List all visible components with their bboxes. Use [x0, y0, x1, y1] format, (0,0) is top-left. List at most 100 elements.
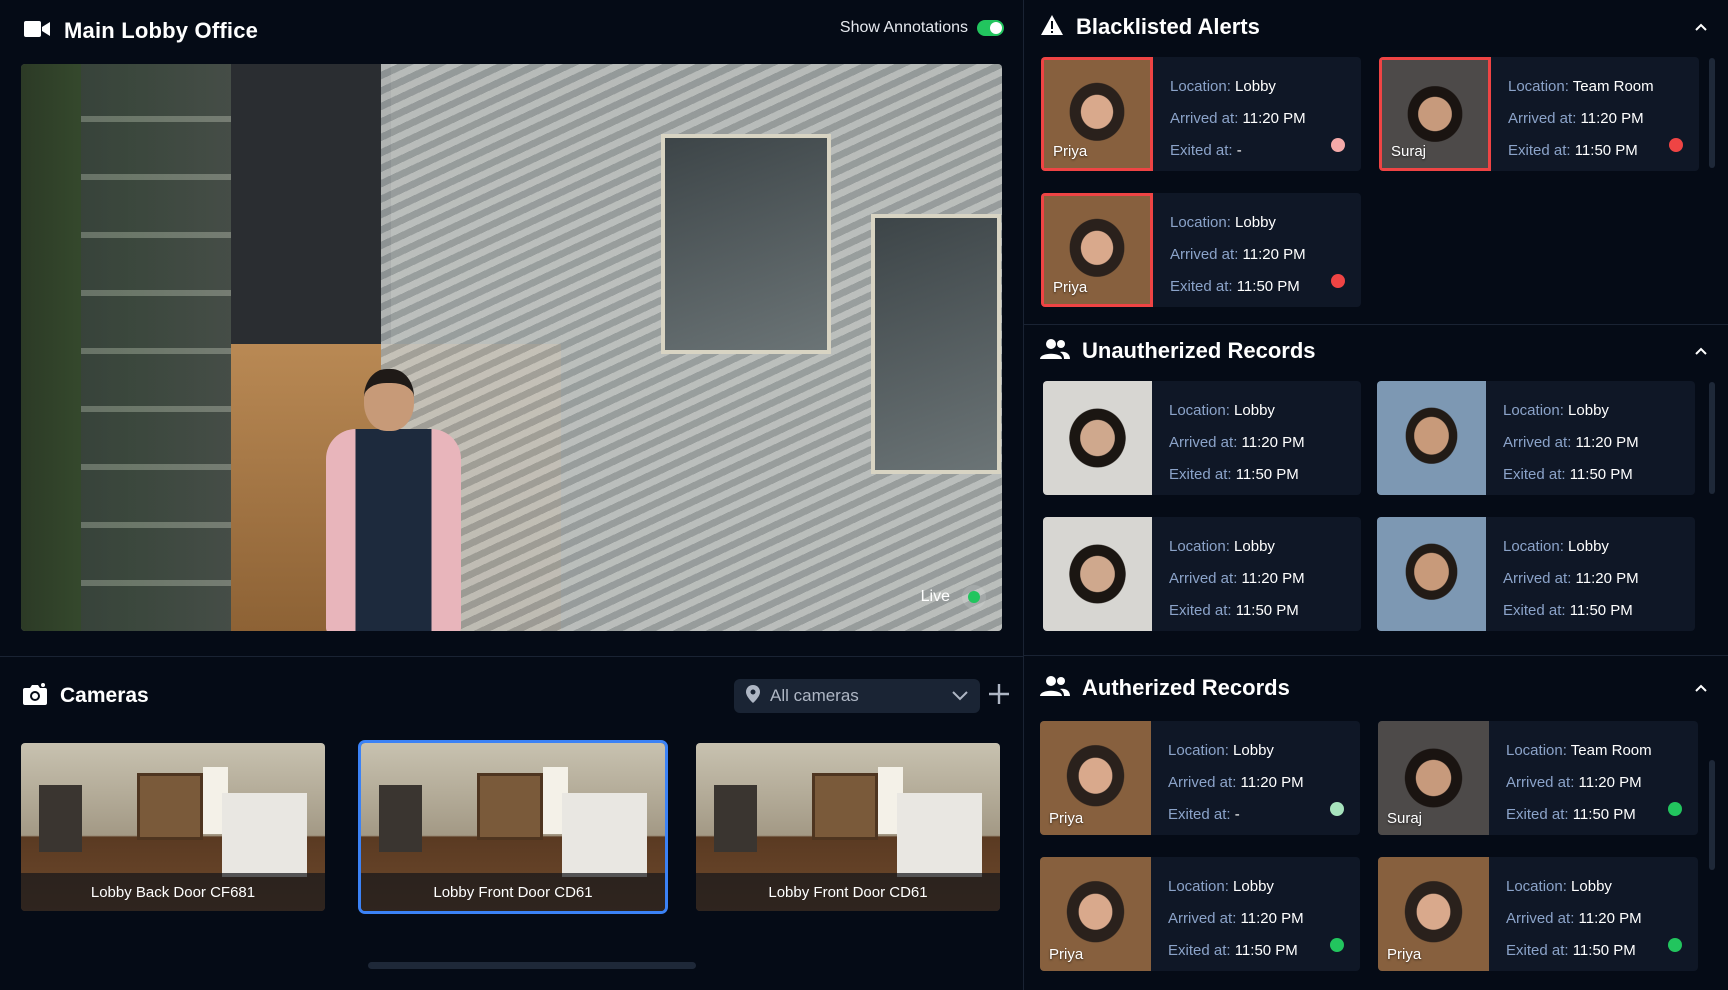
camera-tile[interactable]: Lobby Front Door CD61 — [696, 743, 1000, 911]
authorized-record-card[interactable]: Priya Location: Lobby Arrived at: 11:20 … — [1378, 857, 1698, 971]
location-value: Lobby — [1234, 538, 1275, 555]
exited-value: 11:50 PM — [1572, 942, 1636, 959]
location-value: Lobby — [1568, 538, 1609, 555]
camera-filter-dropdown[interactable]: All cameras — [734, 679, 980, 713]
exited-value: 11:50 PM — [1234, 942, 1298, 959]
unauthorized-record-card[interactable]: Location: Lobby Arrived at: 11:20 PM Exi… — [1377, 381, 1695, 495]
authorized-scrollbar[interactable] — [1709, 760, 1715, 870]
location-value: Team Room — [1570, 742, 1652, 759]
location-value: Team Room — [1572, 78, 1654, 95]
unauthorized-record-card[interactable]: Location: Lobby Arrived at: 11:20 PM Exi… — [1377, 517, 1695, 631]
camera-filter-value: All cameras — [770, 686, 859, 705]
camera-tile[interactable]: Lobby Back Door CF681 — [21, 743, 325, 911]
location-value: Lobby — [1235, 78, 1276, 95]
chevron-up-icon[interactable] — [1692, 18, 1710, 36]
person-name: Priya — [1387, 946, 1422, 963]
location-key: Location: — [1506, 878, 1572, 895]
exited-key: Exited at: — [1169, 602, 1236, 619]
arrived-value: 11:20 PM — [1241, 434, 1305, 451]
arrived-value: 11:20 PM — [1580, 110, 1644, 127]
section-divider — [1024, 655, 1728, 656]
users-icon — [1040, 675, 1070, 702]
unauthorized-title: Unautherized Records — [1082, 338, 1316, 363]
exited-value: 11:50 PM — [1569, 466, 1633, 483]
arrived-key: Arrived at: — [1168, 910, 1241, 927]
location-key: Location: — [1169, 402, 1235, 419]
unauthorized-record-card[interactable]: Location: Lobby Arrived at: 11:20 PM Exi… — [1043, 381, 1361, 495]
cameras-scrollbar[interactable] — [368, 962, 696, 969]
show-annotations-label: Show Annotations — [839, 19, 968, 36]
arrived-value: 11:20 PM — [1575, 434, 1639, 451]
show-annotations-toggle[interactable] — [977, 20, 1004, 36]
location-value: Lobby — [1233, 742, 1274, 759]
exited-key: Exited at: — [1506, 806, 1573, 823]
location-value: Lobby — [1234, 402, 1275, 419]
person-photo: Suraj — [1379, 57, 1491, 171]
camera-tile-label: Lobby Back Door CF681 — [21, 873, 325, 911]
exited-key: Exited at: — [1508, 142, 1575, 159]
person-name: Suraj — [1387, 810, 1423, 827]
exited-key: Exited at: — [1506, 942, 1573, 959]
exited-value: 11:50 PM — [1569, 602, 1633, 619]
person-photo — [1043, 517, 1152, 631]
authorized-record-card[interactable]: Suraj Location: Team Room Arrived at: 11… — [1378, 721, 1698, 835]
live-indicator: Live — [921, 585, 986, 609]
arrived-value: 11:20 PM — [1241, 570, 1305, 587]
person-photo — [1377, 517, 1486, 631]
arrived-value: 11:20 PM — [1240, 774, 1304, 791]
arrived-key: Arrived at: — [1508, 110, 1581, 127]
arrived-key: Arrived at: — [1506, 910, 1579, 927]
feed-scene-person — [326, 369, 461, 631]
exited-key: Exited at: — [1169, 466, 1236, 483]
location-value: Lobby — [1571, 878, 1612, 895]
chevron-up-icon[interactable] — [1692, 679, 1710, 697]
camera-tile-selected[interactable]: Lobby Front Door CD61 — [358, 740, 668, 914]
status-dot — [1331, 274, 1345, 288]
location-key: Location: — [1506, 742, 1571, 759]
location-value: Lobby — [1235, 214, 1276, 231]
cameras-title: Cameras — [60, 684, 149, 707]
status-dot — [1668, 938, 1682, 952]
status-dot — [1669, 138, 1683, 152]
status-dot — [1668, 802, 1682, 816]
arrived-key: Arrived at: — [1168, 774, 1241, 791]
location-key: Location: — [1170, 214, 1236, 231]
arrived-value: 11:20 PM — [1578, 910, 1642, 927]
location-key: Location: — [1503, 402, 1569, 419]
feed-scene-window — [871, 214, 1001, 474]
location-key: Location: — [1170, 78, 1236, 95]
main-feed-title: Main Lobby Office — [64, 18, 259, 43]
location-key: Location: — [1168, 742, 1234, 759]
unauthorized-header: Unautherized Records — [1040, 334, 1710, 368]
authorized-record-card[interactable]: Priya Location: Lobby Arrived at: 11:20 … — [1040, 857, 1360, 971]
blacklisted-record-card[interactable]: Priya Location: Lobby Arrived at: 11:20 … — [1041, 193, 1361, 307]
main-camera-feed[interactable]: Live — [21, 64, 1002, 631]
location-value: Lobby — [1233, 878, 1274, 895]
arrived-key: Arrived at: — [1506, 774, 1579, 791]
main-feed-header: Main Lobby Office Show Annotations — [24, 16, 1004, 46]
person-name: Suraj — [1391, 143, 1427, 160]
chevron-up-icon[interactable] — [1692, 342, 1710, 360]
section-divider — [0, 656, 1023, 657]
person-name: Priya — [1053, 279, 1088, 296]
unauthorized-record-card[interactable]: Location: Lobby Arrived at: 11:20 PM Exi… — [1043, 517, 1361, 631]
add-camera-button[interactable] — [982, 679, 1016, 713]
live-status-dot — [962, 585, 986, 609]
unauthorized-scrollbar[interactable] — [1709, 382, 1715, 494]
camera-tile-label: Lobby Front Door CD61 — [696, 873, 1000, 911]
authorized-record-card[interactable]: Priya Location: Lobby Arrived at: 11:20 … — [1040, 721, 1360, 835]
arrived-value: 11:20 PM — [1242, 110, 1306, 127]
person-photo: Priya — [1378, 857, 1489, 971]
video-camera-icon — [24, 20, 50, 43]
status-dot — [1330, 938, 1344, 952]
person-photo: Priya — [1041, 193, 1153, 307]
exited-key: Exited at: — [1168, 942, 1235, 959]
blacklisted-scrollbar[interactable] — [1709, 58, 1715, 168]
exited-key: Exited at: — [1168, 806, 1235, 823]
blacklisted-record-card[interactable]: Suraj Location: Team Room Arrived at: 11… — [1379, 57, 1699, 171]
blacklisted-record-card[interactable]: Priya Location: Lobby Arrived at: 11:20 … — [1041, 57, 1361, 171]
person-name: Priya — [1049, 946, 1084, 963]
camera-tile-label: Lobby Front Door CD61 — [361, 873, 665, 911]
show-annotations-control: Show Annotations — [840, 19, 1004, 37]
exited-value: 11:50 PM — [1236, 278, 1300, 295]
